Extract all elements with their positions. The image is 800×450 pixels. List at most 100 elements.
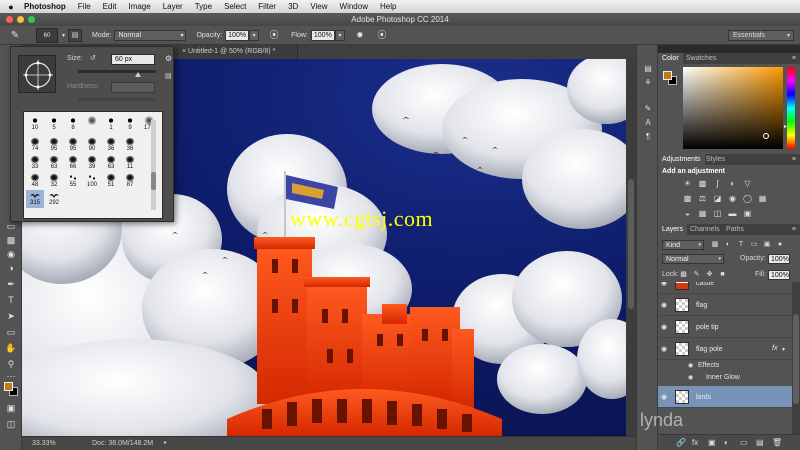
color-balance-icon[interactable]: ⚖ xyxy=(697,194,708,203)
curves-icon[interactable]: ∫ xyxy=(712,179,723,188)
invert-icon[interactable]: ◒ xyxy=(682,209,693,218)
scrollbar-thumb[interactable] xyxy=(793,314,799,404)
chevron-down-icon[interactable]: ▾ xyxy=(782,346,785,353)
panel-menu-icon[interactable]: ≡ xyxy=(792,154,796,165)
brush-preset-292[interactable]: 292 xyxy=(45,190,63,208)
brush-preset-8[interactable]: 8 xyxy=(64,115,82,133)
tab-adjustments[interactable]: Adjustments xyxy=(658,154,705,165)
visibility-eye-icon[interactable]: ◉ xyxy=(661,301,667,309)
menu-app[interactable]: Photoshop xyxy=(18,2,72,11)
channel-mixer-icon[interactable]: ◯ xyxy=(742,194,753,203)
new-layer-icon[interactable]: ▤ xyxy=(756,438,764,447)
brush-preset-36[interactable]: 36 xyxy=(121,136,139,154)
brush-preset-39[interactable]: 39 xyxy=(83,154,101,172)
menu-select[interactable]: Select xyxy=(218,2,252,11)
brush-preset-63[interactable]: 63 xyxy=(45,154,63,172)
flow-input[interactable]: 100% xyxy=(310,29,335,41)
layer-opacity-input[interactable]: 100% xyxy=(768,254,790,264)
brush-preset-1[interactable]: 1 xyxy=(102,115,120,133)
scrollbar-thumb[interactable] xyxy=(628,179,634,309)
brush-preset-soft[interactable] xyxy=(83,115,101,133)
tab-color[interactable]: Color xyxy=(658,53,683,64)
blur-tool-icon[interactable]: ◉ xyxy=(4,248,18,260)
rectangle-tool-icon[interactable]: ▭ xyxy=(4,326,18,338)
chevron-right-icon[interactable]: ▸ xyxy=(164,437,167,450)
layer-style-icon[interactable]: fx xyxy=(692,438,698,447)
more-tools-icon[interactable]: ⋯ xyxy=(4,370,18,382)
scrollbar-thumb[interactable] xyxy=(151,172,156,190)
history-panel-icon[interactable]: ▤ xyxy=(642,63,654,74)
gradient-map-icon[interactable]: ▬ xyxy=(727,209,738,218)
pressure-opacity-icon[interactable]: ⦿ xyxy=(267,29,281,42)
document-tab[interactable]: × Untitled-1 @ 50% (RGB/8) * xyxy=(176,45,298,59)
brush-preset-5[interactable]: 5 xyxy=(45,115,63,133)
panel-fg-bg-swatches[interactable] xyxy=(663,71,677,85)
brush-preset-74[interactable]: 74 xyxy=(26,136,44,154)
posterize-icon[interactable]: ▦ xyxy=(697,209,708,218)
brush-tool-preset-icon[interactable]: ✎ xyxy=(6,28,24,43)
visibility-eye-icon[interactable]: ◉ xyxy=(661,345,667,353)
foreground-background-swatches[interactable] xyxy=(4,382,18,396)
layer-row-birds[interactable]: ◉ birds xyxy=(658,386,792,408)
pixel-filter-icon[interactable]: ▩ xyxy=(710,240,720,249)
screen-mode-icon[interactable]: ◫ xyxy=(4,418,18,430)
visibility-eye-icon[interactable]: ◉ xyxy=(661,282,667,287)
opacity-dropdown[interactable]: ▾ xyxy=(249,29,260,41)
color-lookup-icon[interactable]: ▦ xyxy=(757,194,768,203)
size-slider-knob[interactable] xyxy=(135,72,141,77)
tab-channels[interactable]: Channels xyxy=(686,224,724,235)
menu-window[interactable]: Window xyxy=(334,2,374,11)
properties-panel-icon[interactable]: ⚘ xyxy=(642,77,654,88)
exposure-icon[interactable]: ◐ xyxy=(727,179,738,188)
layer-mask-icon[interactable]: ▣ xyxy=(708,438,716,447)
workspace-switcher[interactable]: Essentials ▾ xyxy=(728,30,794,41)
delete-layer-icon[interactable]: 🗑 xyxy=(772,438,782,447)
flow-dropdown[interactable]: ▾ xyxy=(334,29,345,41)
vibrance-icon[interactable]: ▽ xyxy=(742,179,753,188)
canvas-vertical-scrollbar[interactable] xyxy=(626,59,636,436)
tab-paths[interactable]: Paths xyxy=(722,224,748,235)
hue-slider[interactable] xyxy=(787,67,795,149)
lock-transparency-icon[interactable]: ▩ xyxy=(679,270,688,280)
layer-row-flag[interactable]: ◉ flag xyxy=(658,294,792,316)
new-adjustment-layer-icon[interactable]: ◐ xyxy=(724,438,729,447)
menu-edit[interactable]: Edit xyxy=(97,2,123,11)
zoom-level[interactable]: 33.33% xyxy=(32,437,56,450)
adjustment-filter-icon[interactable]: ◐ xyxy=(723,240,733,249)
visibility-eye-icon[interactable]: ◉ xyxy=(661,323,667,331)
brush-preset-315[interactable]: 315 xyxy=(26,190,44,208)
menu-file[interactable]: File xyxy=(72,2,97,11)
layer-effects-badge[interactable]: fx xyxy=(772,345,777,352)
paragraph-panel-icon[interactable]: ¶ xyxy=(642,131,654,142)
menu-filter[interactable]: Filter xyxy=(252,2,282,11)
visibility-eye-icon[interactable]: ◉ xyxy=(661,393,667,401)
close-icon[interactable]: × xyxy=(182,48,186,55)
brush-grid-scrollbar[interactable] xyxy=(151,120,156,210)
size-input[interactable]: 60 px xyxy=(111,54,155,65)
brush-preset-32[interactable]: 32 xyxy=(45,172,63,190)
lock-pixels-icon[interactable]: ✎ xyxy=(692,270,701,280)
blend-mode-select[interactable]: Normal ▾ xyxy=(662,254,724,264)
foreground-swatch[interactable] xyxy=(663,71,672,80)
brush-preset-63[interactable]: 63 xyxy=(102,154,120,172)
new-preset-icon[interactable]: ▤ xyxy=(165,72,172,80)
reset-size-icon[interactable]: ↺ xyxy=(90,54,96,62)
brush-preset-95[interactable]: 95 xyxy=(45,136,63,154)
mode-select[interactable]: Normal ▾ xyxy=(114,29,187,41)
layer-effect-inner-glow[interactable]: ◉ Inner Glow xyxy=(658,372,792,384)
black-white-icon[interactable]: ◪ xyxy=(712,194,723,203)
brush-preset-grid[interactable]: 10 5 8 1 9 175 74 95 95 90 36 36 33 63 66 39 63 11 48 32 55 1… xyxy=(23,111,163,219)
hue-slider-marker[interactable]: ▸ xyxy=(784,123,787,130)
zoom-tool-icon[interactable]: ⚲ xyxy=(4,358,18,370)
apple-icon[interactable]: ● xyxy=(4,2,18,12)
airbrush-icon[interactable]: ✸ xyxy=(353,29,367,42)
type-filter-icon[interactable]: T xyxy=(736,240,746,249)
tab-styles[interactable]: Styles xyxy=(702,154,729,165)
layer-row-pole-tip[interactable]: ◉ pole tip xyxy=(658,316,792,338)
effect-visibility-eye-icon[interactable]: ◉ xyxy=(688,374,693,381)
brush-preset-11[interactable]: 11 xyxy=(121,154,139,172)
pressure-size-icon[interactable]: ⦿ xyxy=(375,29,389,42)
menu-3d[interactable]: 3D xyxy=(282,2,304,11)
menu-type[interactable]: Type xyxy=(189,2,218,11)
effect-visibility-eye-icon[interactable]: ◉ xyxy=(688,362,693,369)
